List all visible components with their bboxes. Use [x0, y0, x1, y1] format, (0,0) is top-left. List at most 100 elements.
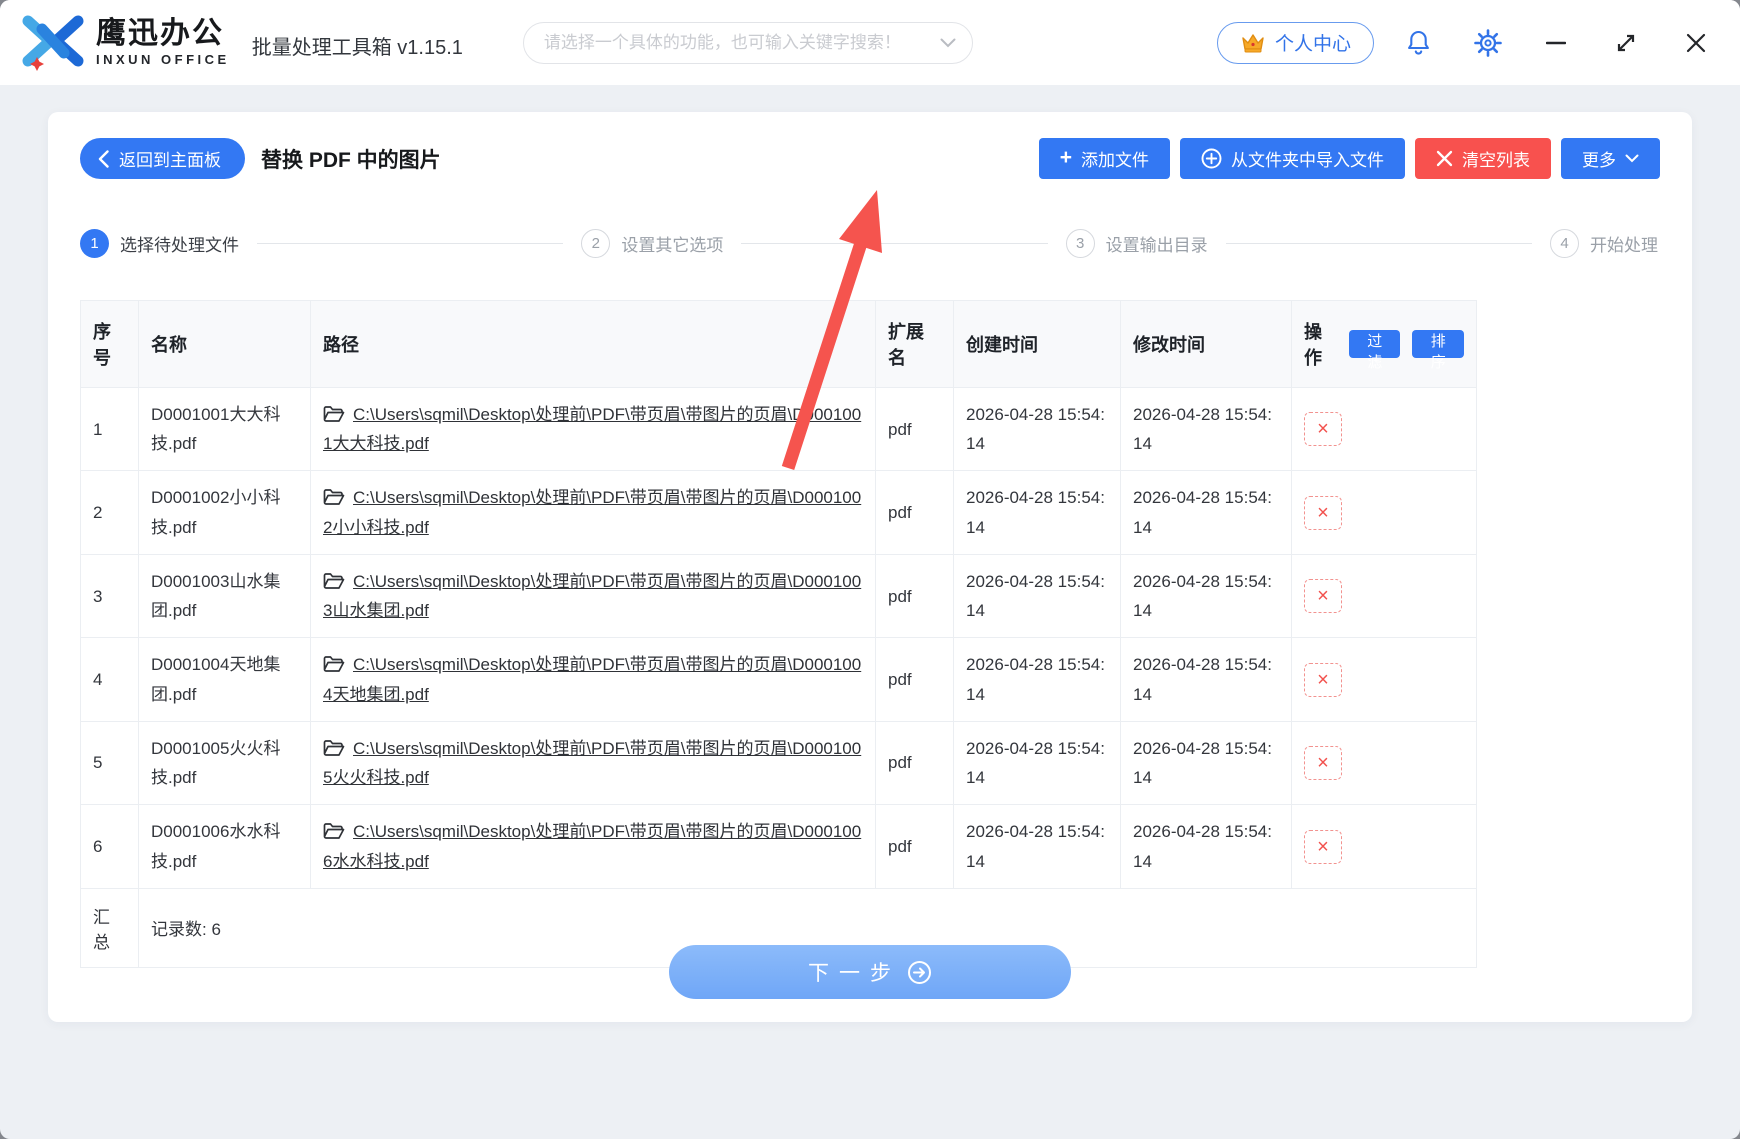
step-2-label: 设置其它选项 — [621, 236, 724, 255]
cell-path: C:\Users\sqmil\Desktop\处理前\PDF\带页眉\带图片的页… — [310, 804, 876, 889]
cell-modified: 2026-04-28 15:54:14 — [1120, 637, 1292, 722]
user-center-label: 个人中心 — [1274, 34, 1351, 55]
cell-index: 1 — [80, 386, 139, 472]
crown-icon — [1242, 33, 1264, 52]
header-action: 操作 过滤 排序 — [1291, 300, 1477, 388]
maximize-button[interactable] — [1608, 25, 1644, 61]
cell-created: 2026-04-28 15:54:14 — [953, 553, 1121, 639]
cell-action: × — [1291, 386, 1477, 472]
cell-name: D0001001大大科技.pdf — [138, 386, 311, 472]
cell-index: 5 — [80, 720, 139, 806]
step-3-number: 3 — [1065, 229, 1095, 258]
file-path-link[interactable]: C:\Users\sqmil\Desktop\处理前\PDF\带页眉\带图片的页… — [323, 405, 861, 453]
main-panel: 返回到主面板 替换 PDF 中的图片 + 添加文件 从文件夹中导入文件 清空列表… — [48, 112, 1692, 1022]
circle-arrow-right-icon — [908, 960, 931, 984]
cell-action: × — [1291, 470, 1477, 555]
search-input[interactable] — [543, 32, 940, 53]
cell-created: 2026-04-28 15:54:14 — [953, 804, 1121, 889]
file-path-link[interactable]: C:\Users\sqmil\Desktop\处理前\PDF\带页眉\带图片的页… — [323, 739, 861, 787]
delete-row-button[interactable]: × — [1304, 829, 1342, 864]
step-2-options: 2 设置其它选项 — [581, 229, 723, 258]
step-3-label: 设置输出目录 — [1105, 236, 1208, 255]
import-from-folder-label: 从文件夹中导入文件 — [1231, 151, 1384, 170]
file-table-row: 6 D0001006水水科技.pdf C:\Users\sqmil\Deskto… — [80, 804, 1477, 889]
back-button-label: 返回到主面板 — [119, 151, 221, 170]
cell-path: C:\Users\sqmil\Desktop\处理前\PDF\带页眉\带图片的页… — [310, 470, 876, 555]
cell-modified: 2026-04-28 15:54:14 — [1120, 804, 1292, 889]
close-button[interactable] — [1678, 25, 1714, 61]
settings-button[interactable] — [1470, 25, 1506, 61]
page-title: 替换 PDF 中的图片 — [261, 148, 441, 172]
filter-button[interactable]: 过滤 — [1348, 330, 1401, 371]
cell-index: 4 — [80, 637, 139, 722]
header-ext: 扩展名 — [875, 300, 954, 388]
add-files-button[interactable]: + 添加文件 — [1038, 138, 1170, 179]
cell-name: D0001003山水集团.pdf — [138, 553, 311, 639]
function-search-box[interactable] — [522, 21, 973, 64]
file-table-row: 2 D0001002小小科技.pdf C:\Users\sqmil\Deskto… — [80, 470, 1477, 555]
delete-row-button[interactable]: × — [1304, 746, 1342, 781]
file-table: 序号 名称 路径 扩展名 创建时间 修改时间 操作 过滤 排序 1 D00010… — [80, 300, 1477, 968]
page-toolbar: 返回到主面板 替换 PDF 中的图片 + 添加文件 从文件夹中导入文件 清空列表… — [80, 138, 1660, 179]
cell-index: 2 — [80, 470, 139, 555]
file-table-row: 3 D0001003山水集团.pdf C:\Users\sqmil\Deskto… — [80, 553, 1477, 639]
sort-button[interactable]: 排序 — [1412, 330, 1464, 371]
more-button[interactable]: 更多 — [1561, 138, 1660, 179]
notifications-button[interactable] — [1400, 25, 1436, 61]
delete-row-button[interactable]: × — [1304, 412, 1342, 447]
file-table-row: 1 D0001001大大科技.pdf C:\Users\sqmil\Deskto… — [80, 386, 1477, 472]
step-2-number: 2 — [581, 229, 611, 258]
delete-row-button[interactable]: × — [1304, 579, 1342, 614]
brand-name-en: INXUN OFFICE — [96, 52, 230, 67]
cell-action: × — [1291, 637, 1477, 722]
file-path-link[interactable]: C:\Users\sqmil\Desktop\处理前\PDF\带页眉\带图片的页… — [323, 822, 861, 870]
file-table-body: 1 D0001001大大科技.pdf C:\Users\sqmil\Deskto… — [80, 386, 1477, 889]
header-path: 路径 — [310, 300, 876, 388]
cell-ext: pdf — [875, 553, 954, 639]
maximize-icon — [1617, 34, 1635, 51]
open-folder-icon — [323, 489, 345, 506]
plus-icon: + — [1059, 146, 1072, 169]
app-logo: 鹰迅办公 INXUN OFFICE — [20, 15, 230, 71]
cell-name: D0001006水水科技.pdf — [138, 804, 311, 889]
brand-name-cn: 鹰迅办公 — [96, 17, 224, 50]
back-to-dashboard-button[interactable]: 返回到主面板 — [80, 138, 245, 179]
close-icon — [1686, 33, 1706, 52]
cell-index: 3 — [80, 553, 139, 639]
cell-action: × — [1291, 720, 1477, 806]
step-4-label: 开始处理 — [1589, 236, 1658, 255]
file-path-link[interactable]: C:\Users\sqmil\Desktop\处理前\PDF\带页眉\带图片的页… — [323, 572, 861, 620]
circle-plus-icon — [1201, 148, 1222, 169]
cell-name: D0001005火火科技.pdf — [138, 720, 311, 806]
next-step-button[interactable]: 下一步 — [669, 945, 1071, 999]
cell-path: C:\Users\sqmil\Desktop\处理前\PDF\带页眉\带图片的页… — [310, 637, 876, 722]
file-path-link[interactable]: C:\Users\sqmil\Desktop\处理前\PDF\带页眉\带图片的页… — [323, 488, 861, 536]
user-center-button[interactable]: 个人中心 — [1216, 21, 1374, 64]
minimize-button[interactable] — [1538, 25, 1574, 61]
delete-row-button[interactable]: × — [1304, 495, 1342, 530]
cell-name: D0001002小小科技.pdf — [138, 470, 311, 555]
x-icon — [1436, 150, 1453, 167]
cell-name: D0001004天地集团.pdf — [138, 637, 311, 722]
cell-modified: 2026-04-28 15:54:14 — [1120, 720, 1292, 806]
gear-icon — [1474, 28, 1502, 57]
delete-row-button[interactable]: × — [1304, 662, 1342, 697]
step-1-select-files: 1 选择待处理文件 — [80, 229, 239, 258]
cell-ext: pdf — [875, 804, 954, 889]
header-modified: 修改时间 — [1120, 300, 1292, 388]
step-connector — [1225, 243, 1532, 244]
step-4-process: 4 开始处理 — [1549, 229, 1658, 258]
cell-action: × — [1291, 804, 1477, 889]
step-indicator: 1 选择待处理文件 2 设置其它选项 3 设置输出目录 4 开始处理 — [80, 229, 1660, 258]
file-table-header-row: 序号 名称 路径 扩展名 创建时间 修改时间 操作 过滤 排序 — [80, 300, 1477, 388]
app-title: 批量处理工具箱 v1.15.1 — [251, 37, 463, 59]
clear-list-button[interactable]: 清空列表 — [1415, 138, 1551, 179]
open-folder-icon — [323, 406, 345, 422]
minimize-icon — [1546, 41, 1566, 44]
open-folder-icon — [323, 573, 345, 589]
file-path-link[interactable]: C:\Users\sqmil\Desktop\处理前\PDF\带页眉\带图片的页… — [323, 655, 861, 703]
import-from-folder-button[interactable]: 从文件夹中导入文件 — [1180, 138, 1405, 179]
cell-created: 2026-04-28 15:54:14 — [953, 386, 1121, 472]
header-created: 创建时间 — [953, 300, 1121, 388]
cell-ext: pdf — [875, 386, 954, 472]
